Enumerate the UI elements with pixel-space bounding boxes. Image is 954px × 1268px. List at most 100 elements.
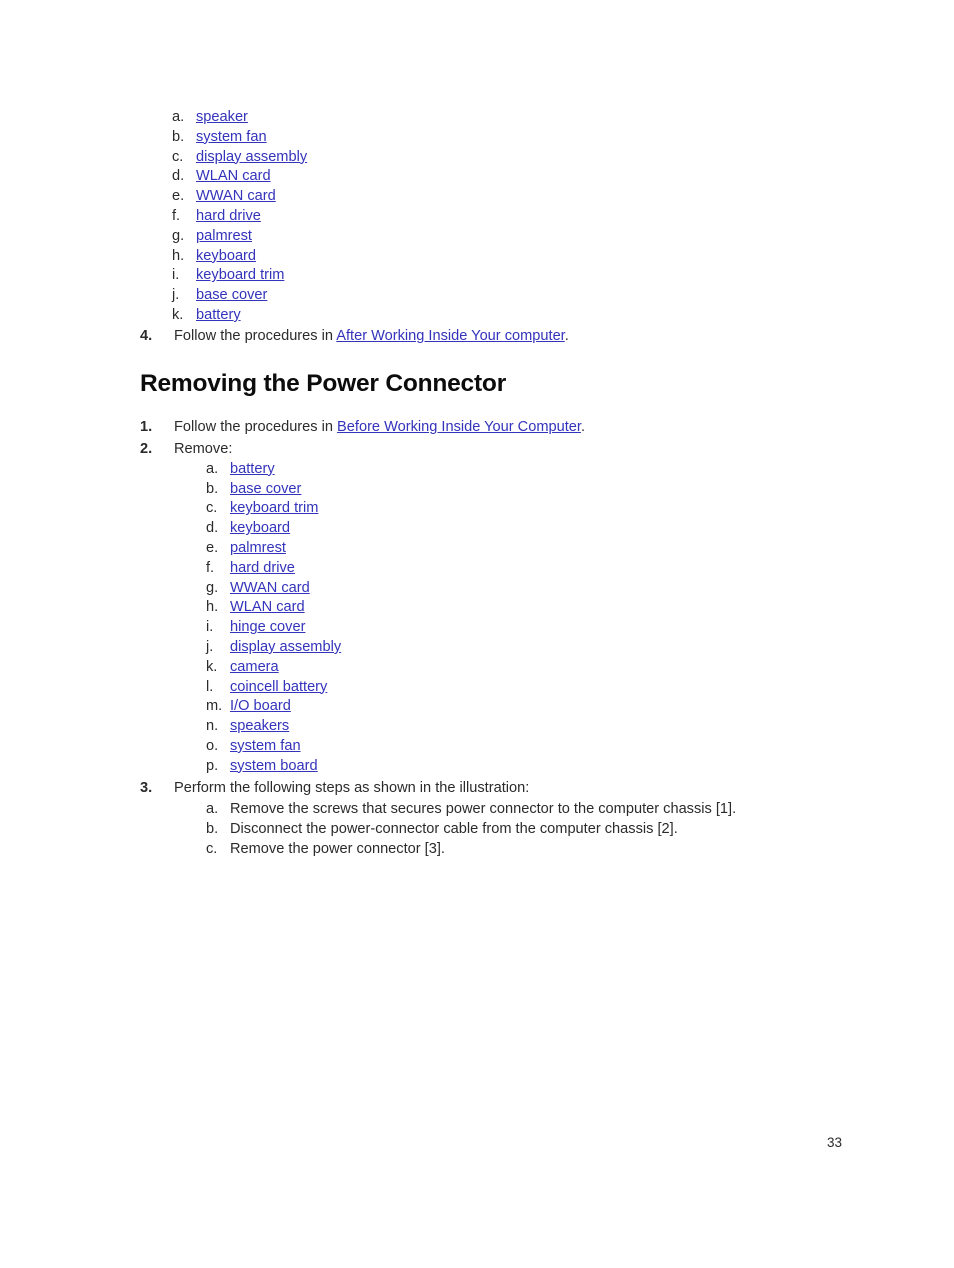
list-item-marker: a. [206, 460, 219, 477]
instruction-text: Remove the power connector [3]. [230, 840, 445, 857]
step-text-after: . [564, 327, 569, 344]
list-item-marker: j. [206, 638, 214, 655]
component-link[interactable]: palmrest [230, 540, 286, 556]
illustration-steps-list: a. Remove the screws that secures power c… [174, 799, 840, 859]
list-item-marker: c. [206, 500, 218, 517]
list-item-marker: j. [172, 287, 180, 304]
component-link[interactable]: keyboard [196, 248, 256, 264]
component-link[interactable]: WLAN card [230, 599, 305, 615]
list-item: a. battery [206, 460, 840, 480]
component-link[interactable]: base cover [230, 481, 301, 497]
procedure-steps: 1. Follow the procedures in Before Worki… [140, 417, 840, 859]
list-item: d. keyboard [206, 519, 840, 539]
list-item: o. system fan [206, 737, 840, 757]
step-text: Follow the procedures in After Working I… [174, 328, 569, 344]
list-item: m. I/O board [206, 697, 840, 717]
component-link[interactable]: hard drive [196, 208, 261, 224]
component-link[interactable]: system fan [230, 738, 301, 754]
page-number: 33 [826, 1135, 842, 1150]
component-link[interactable]: display assembly [230, 639, 341, 655]
list-item: a. speaker [172, 108, 840, 128]
list-item-marker: a. [206, 800, 219, 817]
list-item: c. keyboard trim [206, 499, 840, 519]
continuation-steps: 4. Follow the procedures in After Workin… [140, 326, 840, 347]
list-item-marker: c. [206, 840, 218, 857]
step-text: Follow the procedures in Before Working … [174, 419, 585, 435]
step-text: Remove: [174, 440, 233, 457]
component-link[interactable]: WWAN card [230, 580, 310, 596]
component-link[interactable]: display assembly [196, 149, 307, 165]
component-link[interactable]: speaker [196, 109, 248, 125]
component-link[interactable]: battery [230, 461, 275, 477]
list-item: j. display assembly [206, 638, 840, 658]
list-item: b. Disconnect the power-connector cable f… [206, 819, 840, 839]
list-item: k. camera [206, 658, 840, 678]
remove-components-list: a. battery b. base cover c. keyboard trim d. ke… [174, 460, 840, 777]
list-item: h. keyboard [172, 247, 840, 267]
list-item-marker: g. [206, 579, 219, 596]
list-item: b. base cover [206, 480, 840, 500]
list-item: p. system board [206, 757, 840, 777]
list-item: i. keyboard trim [172, 266, 840, 286]
component-link[interactable]: keyboard trim [230, 500, 318, 516]
step-item: 4. Follow the procedures in After Workin… [140, 326, 840, 347]
list-item: f. hard drive [172, 207, 840, 227]
list-item: h. WLAN card [206, 598, 840, 618]
step-marker: 4. [140, 327, 153, 344]
step-text: Perform the following steps as shown in … [174, 779, 530, 796]
step-marker: 2. [140, 440, 153, 457]
list-item: n. speakers [206, 717, 840, 737]
continuation-remove-list: a. speaker b. system fan c. display assembly d… [172, 108, 840, 326]
list-item: e. palmrest [206, 539, 840, 559]
component-link[interactable]: keyboard trim [196, 267, 284, 283]
list-item: c. Remove the power connector [3]. [206, 839, 840, 859]
list-item: a. Remove the screws that secures power c… [206, 799, 840, 819]
list-item: c. display assembly [172, 148, 840, 168]
component-link[interactable]: keyboard [230, 520, 290, 536]
component-link[interactable]: system fan [196, 129, 267, 145]
list-item: f. hard drive [206, 559, 840, 579]
list-item-marker: f. [172, 207, 181, 224]
list-item-marker: i. [172, 267, 180, 284]
component-link[interactable]: camera [230, 659, 279, 675]
list-item-marker: d. [206, 520, 219, 537]
component-link[interactable]: palmrest [196, 228, 252, 244]
component-link[interactable]: hard drive [230, 560, 295, 576]
list-item-marker: k. [172, 306, 184, 323]
page-content: a. speaker b. system fan c. display assembly d… [140, 108, 840, 860]
component-link[interactable]: hinge cover [230, 619, 305, 635]
list-item: d. WLAN card [172, 167, 840, 187]
instruction-text: Disconnect the power-connector cable fro… [230, 820, 678, 837]
section-heading-block: Removing the Power Connector [140, 369, 840, 399]
step-text-before: Follow the procedures in [174, 418, 338, 435]
list-item-marker: d. [172, 168, 185, 185]
step-item-2: 2. Remove: a. battery b. base cover c. keyboa… [140, 439, 840, 777]
component-link[interactable]: I/O board [230, 698, 291, 714]
component-link[interactable]: battery [196, 307, 241, 323]
list-item-marker: b. [206, 820, 219, 837]
list-item-marker: a. [172, 109, 185, 125]
before-working-inside-link[interactable]: Before Working Inside Your Computer [337, 419, 581, 435]
list-item-marker: o. [206, 737, 219, 754]
after-working-inside-link[interactable]: After Working Inside Your computer [336, 328, 565, 344]
list-item-marker: l. [206, 678, 214, 695]
list-item: l. coincell battery [206, 678, 840, 698]
list-item: g. WWAN card [206, 579, 840, 599]
list-item-marker: f. [206, 559, 215, 576]
component-link[interactable]: WLAN card [196, 168, 271, 184]
component-link[interactable]: system board [230, 758, 318, 774]
list-item-marker: b. [172, 128, 185, 145]
step-text-before: Follow the procedures in [174, 327, 337, 344]
instruction-text: Remove the screws that secures power con… [230, 800, 737, 817]
list-item-marker: e. [172, 188, 185, 205]
step-item-3: 3. Perform the following steps as shown … [140, 778, 840, 859]
component-link[interactable]: WWAN card [196, 188, 276, 204]
component-link[interactable]: base cover [196, 287, 267, 303]
component-link[interactable]: speakers [230, 718, 289, 734]
list-item: i. hinge cover [206, 618, 840, 638]
list-item: b. system fan [172, 128, 840, 148]
component-link[interactable]: coincell battery [230, 679, 327, 695]
list-item-marker: i. [206, 619, 214, 636]
list-item: k. battery [172, 306, 840, 326]
list-item-marker: h. [172, 247, 185, 264]
